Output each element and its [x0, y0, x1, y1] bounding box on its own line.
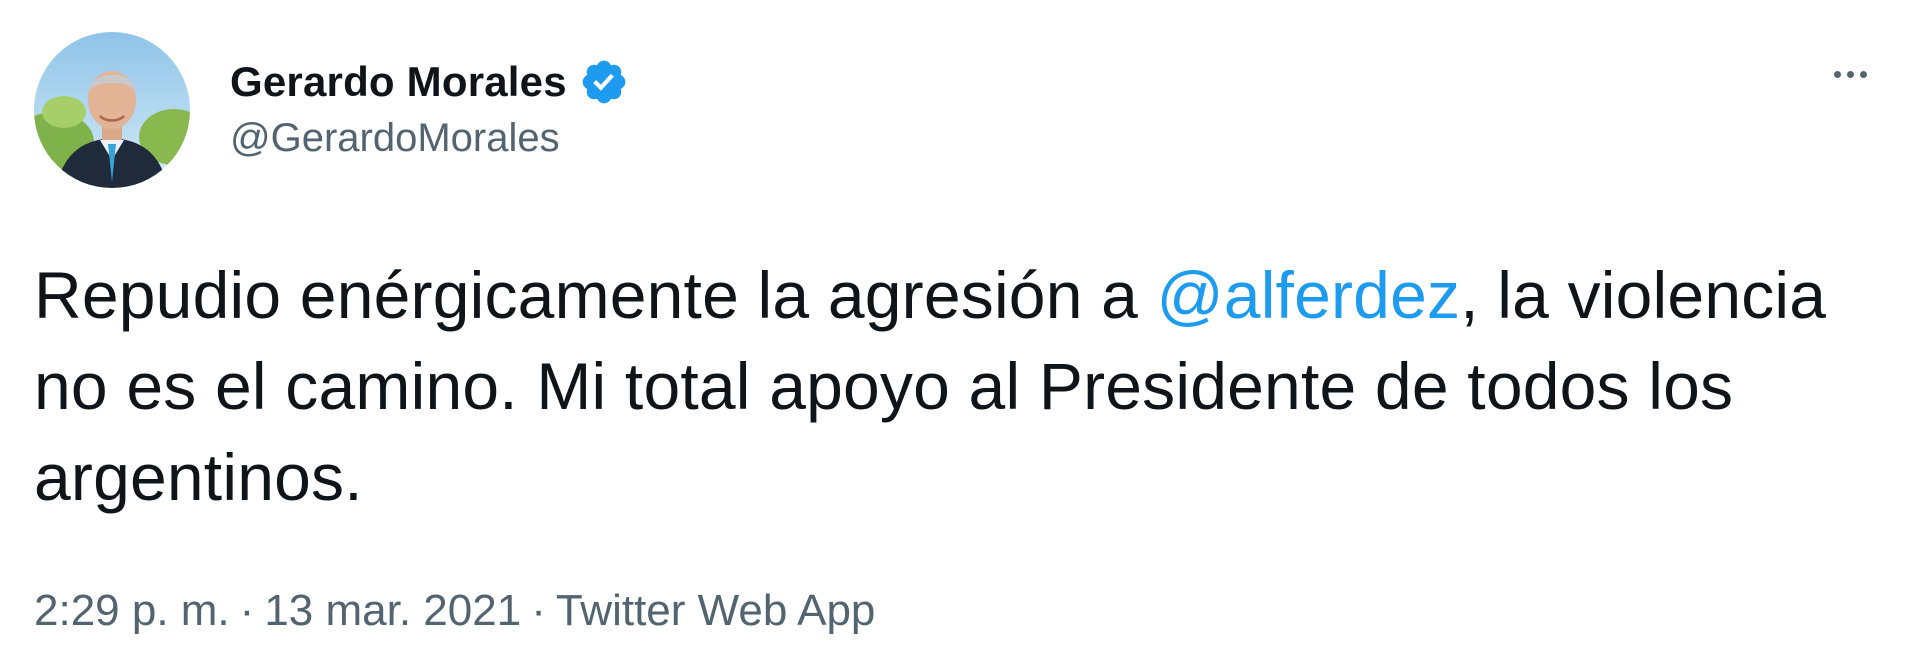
tweet-meta: 2:29 p. m. · 13 mar. 2021 · Twitter Web App	[34, 586, 875, 636]
mention-link[interactable]: @alferdez	[1157, 258, 1461, 332]
more-dot	[1833, 70, 1841, 78]
tweet-date[interactable]: 13 mar. 2021	[264, 586, 521, 635]
author-name-row[interactable]: Gerardo Morales	[230, 52, 629, 112]
more-dot	[1859, 70, 1867, 78]
more-options-icon[interactable]	[1820, 54, 1880, 94]
avatar[interactable]	[34, 32, 190, 188]
meta-separator: ·	[239, 586, 255, 635]
tweet-card: Gerardo Morales @GerardoMorales Repudio …	[0, 0, 1920, 646]
avatar-photo	[34, 32, 190, 188]
tweet-time[interactable]: 2:29 p. m.	[34, 586, 230, 635]
author-handle[interactable]: @GerardoMorales	[230, 116, 560, 161]
tweet-source[interactable]: Twitter Web App	[556, 586, 876, 635]
tweet-text-before: Repudio enérgicamente la agresión a	[34, 258, 1157, 332]
author-display-name[interactable]: Gerardo Morales	[230, 58, 567, 106]
verified-badge-icon	[579, 57, 629, 107]
meta-separator: ·	[531, 586, 546, 635]
more-dot	[1846, 70, 1854, 78]
tweet-text: Repudio enérgicamente la agresión a @alf…	[34, 250, 1894, 523]
